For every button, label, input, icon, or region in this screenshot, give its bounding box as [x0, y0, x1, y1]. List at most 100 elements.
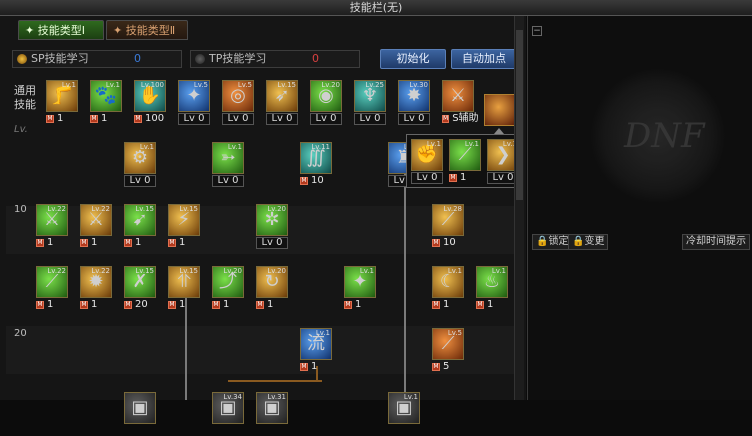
skill-glyph: ♨ [483, 271, 501, 292]
skill-slot[interactable]: ➶ Lv.15 Lv 0 [266, 80, 298, 125]
character-portrait[interactable] [484, 94, 516, 126]
crescent-icon[interactable]: ☾ Lv.1 [432, 266, 464, 298]
skill-slot[interactable]: ⚔ Lv.22 M 1 [36, 204, 68, 248]
skill-slot[interactable]: ⤴ Lv.20 M 1 [212, 266, 244, 310]
skill-slot[interactable]: 🦵 Lv.1 M 1 [46, 80, 78, 124]
cooldown-hint-button[interactable]: 冷却时间提示 [682, 234, 750, 250]
skill-slot[interactable]: ⟋ Lv.1 M 1 [449, 139, 481, 183]
skill-slot[interactable]: ▣ [124, 392, 156, 436]
scrollbar-thumb[interactable] [516, 30, 523, 200]
skill-slot[interactable]: 流 Lv.1 M 1 [300, 328, 332, 372]
arrow-icon[interactable]: ➳ Lv.1 [212, 142, 244, 174]
auto-assign-button[interactable]: 自动加点 [451, 49, 517, 69]
skill-slot[interactable]: ∭ Lv.11 M 10 [300, 142, 332, 186]
locked1-icon[interactable]: ▣ [124, 392, 156, 424]
skill-slot[interactable]: ✋ Lv.100 M 100 [134, 80, 166, 124]
claw-icon[interactable]: ⚙ Lv.1 [124, 142, 156, 174]
sp-radio-icon[interactable] [17, 54, 27, 64]
skill-slot[interactable]: ⚡ Lv.15 M 1 [168, 204, 200, 248]
burst-icon[interactable]: ✸ Lv.30 [398, 80, 430, 112]
cross-blade-icon[interactable]: ✗ Lv.15 [124, 266, 156, 298]
whirl-icon[interactable]: ✲ Lv.20 [256, 204, 288, 236]
locked3-icon[interactable]: ▣ Lv.31 [256, 392, 288, 424]
skill-slot[interactable]: ✸ Lv.30 Lv 0 [398, 80, 430, 125]
locked2-icon[interactable]: ▣ Lv.34 [212, 392, 244, 424]
flow-icon[interactable]: 流 Lv.1 [300, 328, 332, 360]
tp-radio-icon[interactable] [195, 54, 205, 64]
skill-level-info [212, 426, 244, 436]
punch-icon[interactable]: ✊ Lv.1 [411, 139, 443, 171]
skill-slot[interactable]: ♆ Lv.25 Lv 0 [354, 80, 386, 125]
master-badge-icon: M [442, 115, 450, 123]
target-icon[interactable]: ◎ Lv.5 [222, 80, 254, 112]
blade-icon[interactable]: ⟋ Lv.1 [449, 139, 481, 171]
locked4-icon[interactable]: ▣ Lv.1 [388, 392, 420, 424]
skill-slot[interactable]: ✹ Lv.22 M 1 [80, 266, 112, 310]
body-icon[interactable]: ♆ Lv.25 [354, 80, 386, 112]
skill-slot[interactable]: ✲ Lv.20 Lv 0 [256, 204, 288, 249]
skill-slot[interactable]: ⟋ Lv.22 M 1 [36, 266, 68, 310]
skill-slot[interactable]: ▣ Lv.1 [388, 392, 420, 436]
fire-icon[interactable]: ♨ Lv.1 [476, 266, 508, 298]
reset-button[interactable]: 初始化 [380, 49, 446, 69]
skill-level-box: Lv 0 [212, 175, 244, 187]
skill-slot[interactable]: ♨ Lv.1 M 1 [476, 266, 508, 310]
tab-skill-type-2[interactable]: ✦ 技能类型Ⅱ [106, 20, 188, 40]
dash-icon[interactable]: ➶ Lv.15 [266, 80, 298, 112]
skill-slot[interactable]: ▣ Lv.31 [256, 392, 288, 436]
kick-icon[interactable]: 🦵 Lv.1 [46, 80, 78, 112]
flame-blade-icon[interactable]: ⚡ Lv.15 [168, 204, 200, 236]
skill-level-info: M1 [36, 238, 68, 248]
skill-slot[interactable]: ✊ Lv.1 Lv 0 [411, 139, 443, 184]
change-button[interactable]: 🔒变更 [568, 234, 609, 250]
tp-points-box: TP技能学习 0 [190, 50, 360, 68]
spiral-icon[interactable]: ∭ Lv.11 [300, 142, 332, 174]
slash5-icon[interactable]: ⟋ Lv.5 [432, 328, 464, 360]
skill-glyph: ⤴ [219, 271, 237, 292]
skill-slot[interactable]: ⚔ Lv.22 M 1 [80, 204, 112, 248]
master-badge-icon: M [300, 363, 308, 371]
blade3-icon[interactable]: ⟋ Lv.22 [36, 266, 68, 298]
skill-slot[interactable]: ✦ Lv.1 M 1 [344, 266, 376, 310]
skill-level-info: M 20 [124, 300, 156, 310]
scrollbar[interactable] [514, 16, 524, 400]
skill-slot[interactable]: ⥣ Lv.15 M 1 [168, 266, 200, 310]
wind-icon[interactable]: ✦ Lv.5 [178, 80, 210, 112]
tree-connector [404, 166, 406, 400]
skill-slot[interactable]: 🐾 Lv.1 M 1 [90, 80, 122, 124]
master-badge-icon: M [168, 239, 176, 247]
skill-slot[interactable]: ☾ Lv.1 M 1 [432, 266, 464, 310]
skill-glyph: 🦵 [50, 85, 74, 106]
required-level: Lv.5 [193, 81, 208, 89]
skill-slot[interactable]: ◎ Lv.5 Lv 0 [222, 80, 254, 125]
leap-icon[interactable]: 🐾 Lv.1 [90, 80, 122, 112]
shine-icon[interactable]: ✦ Lv.1 [344, 266, 376, 298]
spin-icon[interactable]: ↻ Lv.20 [256, 266, 288, 298]
skill-slot[interactable]: ✦ Lv.5 Lv 0 [178, 80, 210, 125]
skill-slot[interactable]: ⟋ Lv.28 M 10 [432, 204, 464, 248]
skill-slot[interactable]: ⟋ Lv.5 M 5 [432, 328, 464, 372]
sword2-icon[interactable]: ⚔ Lv.22 [80, 204, 112, 236]
skill-slot[interactable]: ⚔ M S辅助 [442, 80, 479, 124]
sword-icon[interactable]: ⚔ Lv.22 [36, 204, 68, 236]
skill-slot[interactable]: ➹ Lv.15 M 1 [124, 204, 156, 248]
weapon-icon[interactable]: ⚔ [442, 80, 474, 112]
tab-skill-type-1[interactable]: ✦ 技能类型Ⅰ [18, 20, 104, 40]
eye-icon[interactable]: ◉ Lv.20 [310, 80, 342, 112]
skill-slot[interactable]: ➳ Lv.1 Lv 0 [212, 142, 244, 187]
mastery-icon[interactable]: ✋ Lv.100 [134, 80, 166, 112]
rising-icon[interactable]: ⥣ Lv.15 [168, 266, 200, 298]
jump-icon[interactable]: ⤴ Lv.20 [212, 266, 244, 298]
skill-slot[interactable]: ◉ Lv.20 Lv 0 [310, 80, 342, 125]
skill-slot[interactable]: ▣ Lv.34 [212, 392, 244, 436]
green-slash-icon[interactable]: ⟋ Lv.28 [432, 204, 464, 236]
skill-slot[interactable]: ↻ Lv.20 M 1 [256, 266, 288, 310]
spear-icon[interactable]: ➹ Lv.15 [124, 204, 156, 236]
skill-slot[interactable]: ✗ Lv.15 M 20 [124, 266, 156, 310]
star-icon[interactable]: ✹ Lv.22 [80, 266, 112, 298]
collapse-icon[interactable]: − [532, 26, 542, 36]
skill-slot[interactable]: ⚙ Lv.1 Lv 0 [124, 142, 156, 187]
skill-glyph: ⚔ [449, 85, 467, 106]
lock-button[interactable]: 🔒锁定 [532, 234, 573, 250]
master-badge-icon: M [432, 363, 440, 371]
